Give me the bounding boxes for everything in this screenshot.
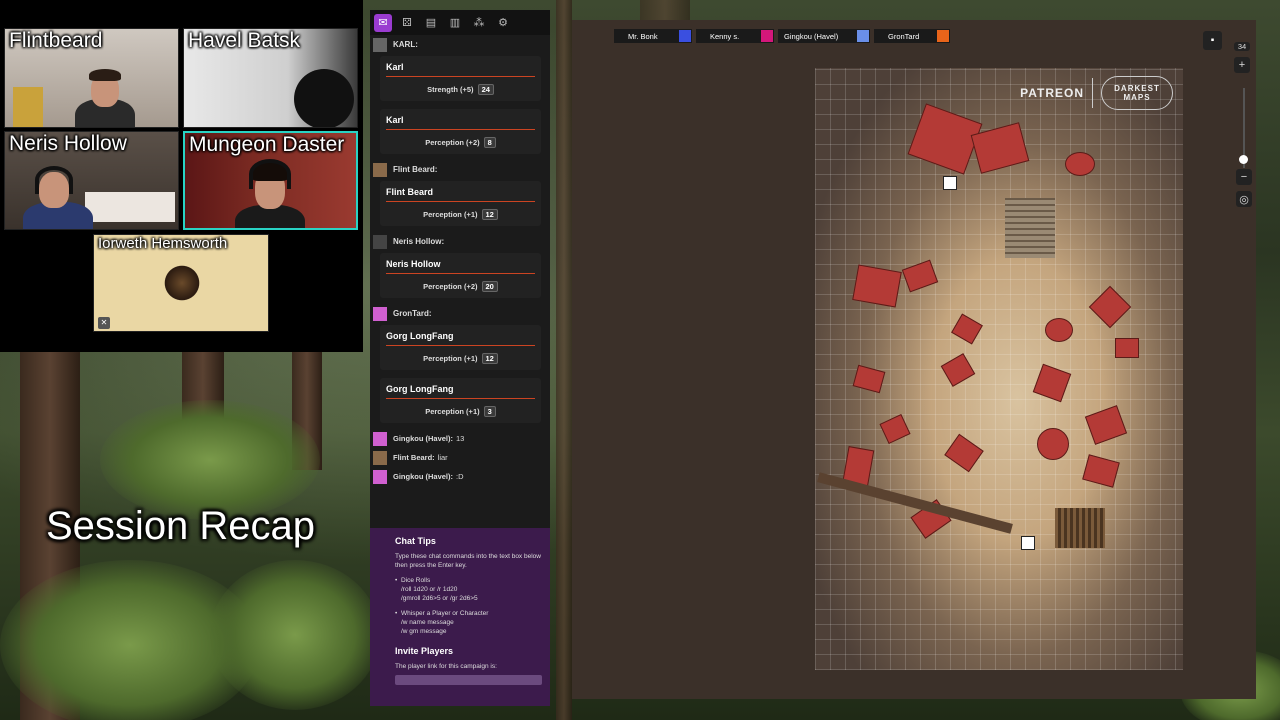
tip-dice-rolls: Dice Rolls /roll 1d20 or /r 1d20 /gmroll… xyxy=(395,576,542,603)
compendium-icon[interactable]: ▥ xyxy=(446,14,464,32)
lock-icon[interactable]: ▪ xyxy=(1203,31,1222,50)
roll-card: Neris Hollow Perception (+2) 20 xyxy=(380,253,541,298)
avatar xyxy=(373,306,387,321)
chat-line: Gingkou (Havel): 13 xyxy=(370,429,550,448)
character-token[interactable] xyxy=(1021,536,1035,550)
avatar xyxy=(373,469,387,484)
participant-name: Havel Batsk xyxy=(188,29,301,52)
network-icon[interactable]: ⁂ xyxy=(470,14,488,32)
zoom-in-button[interactable]: + xyxy=(1234,57,1250,73)
player-color-swatch xyxy=(937,30,949,42)
chat-sender: Flint Beard: xyxy=(370,160,550,179)
video-tile-iorweth-hemsworth[interactable]: ✕ Iorweth Hemsworth xyxy=(93,234,269,332)
avatar xyxy=(373,450,387,465)
video-tile-havel-batsk[interactable]: Havel Batsk xyxy=(183,28,358,128)
battle-map[interactable]: PATREON DARKEST MAPS xyxy=(815,68,1183,670)
chat-icon[interactable]: ✉ xyxy=(374,13,392,32)
video-call-panel: Flintbeard Havel Batsk Neris Hollow Mung… xyxy=(0,0,363,352)
roll-result[interactable]: 24 xyxy=(477,84,494,95)
roll-card: Flint Beard Perception (+1) 12 xyxy=(380,181,541,226)
roll-card: Gorg LongFang Perception (+1) 3 xyxy=(380,378,541,423)
roll-result[interactable]: 20 xyxy=(481,281,498,292)
video-tile-neris-hollow[interactable]: Neris Hollow xyxy=(4,131,179,230)
player-chip[interactable]: Gingkou (Havel) xyxy=(778,29,870,43)
roll-card: Karl Strength (+5) 24 xyxy=(380,56,541,101)
player-color-swatch xyxy=(679,30,691,42)
player-chip[interactable]: Kenny s. xyxy=(696,29,774,43)
darkest-maps-logo: DARKEST MAPS xyxy=(1101,76,1173,110)
muted-mic-icon: ✕ xyxy=(98,317,110,329)
chat-sender: Neris Hollow: xyxy=(370,232,550,251)
map-watermark: PATREON DARKEST MAPS xyxy=(1020,76,1173,110)
player-color-swatch xyxy=(857,30,869,42)
video-tile-flintbeard[interactable]: Flintbeard xyxy=(4,28,179,128)
participant-name: Mungeon Daster xyxy=(189,133,345,156)
roll-result[interactable]: 12 xyxy=(481,353,498,364)
video-tile-mungeon-daster[interactable]: Mungeon Daster xyxy=(183,131,358,230)
roll-card: Karl Perception (+2) 8 xyxy=(380,109,541,154)
settings-icon[interactable]: ⚙ xyxy=(494,14,512,32)
player-color-swatch xyxy=(761,30,773,42)
chat-log[interactable]: KARL: Karl Strength (+5) 24 Karl Percepti… xyxy=(370,35,550,486)
avatar xyxy=(373,162,387,177)
zoom-out-button[interactable]: − xyxy=(1236,169,1252,185)
participant-name: Iorweth Hemsworth xyxy=(98,235,228,252)
chat-tips-title: Chat Tips xyxy=(395,536,436,546)
character-token[interactable] xyxy=(943,176,957,190)
roll-result[interactable]: 8 xyxy=(483,137,496,148)
invite-link-field[interactable] xyxy=(395,675,542,685)
player-chip[interactable]: GronTard xyxy=(874,29,950,43)
chat-sidebar: ✉ ⚄ ▤ ▥ ⁂ ⚙ KARL: Karl Strength (+5) 24 K… xyxy=(370,10,550,706)
zoom-controls: 34 + xyxy=(1234,42,1254,79)
tip-whisper: Whisper a Player or Character /w name me… xyxy=(395,609,542,636)
player-chip[interactable]: Mr. Bonk xyxy=(614,29,692,43)
zoom-slider-handle[interactable] xyxy=(1239,155,1248,164)
chat-sender: GronTard: xyxy=(370,304,550,323)
roll-card: Gorg LongFang Perception (+1) 12 xyxy=(380,325,541,370)
chat-tips-intro: Type these chat commands into the text b… xyxy=(395,553,541,569)
zoom-level: 34 xyxy=(1234,42,1250,51)
session-recap-title: Session Recap xyxy=(46,504,316,548)
sidebar-tabs: ✉ ⚄ ▤ ▥ ⁂ ⚙ xyxy=(370,10,550,35)
participant-name: Neris Hollow xyxy=(9,132,127,155)
roll-result[interactable]: 12 xyxy=(481,209,498,220)
journal-icon[interactable]: ▤ xyxy=(422,14,440,32)
avatar xyxy=(373,37,387,52)
dice-icon[interactable]: ⚄ xyxy=(398,14,416,32)
chat-tips-panel: Chat Tips Type these chat commands into … xyxy=(370,528,550,706)
chat-sender: KARL: xyxy=(370,35,550,54)
chat-line: Flint Beard: liar xyxy=(370,448,550,467)
player-list: Mr. Bonk Kenny s. Gingkou (Havel) GronTa… xyxy=(614,29,950,43)
roll-result[interactable]: 3 xyxy=(483,406,496,417)
participant-avatar xyxy=(162,263,202,303)
avatar xyxy=(373,234,387,249)
invite-players-title: Invite Players xyxy=(395,646,454,656)
participant-name: Flintbeard xyxy=(9,29,103,52)
avatar xyxy=(373,431,387,446)
invite-players-text: The player link for this campaign is: xyxy=(395,663,497,670)
recenter-icon[interactable]: ◎ xyxy=(1236,191,1252,207)
chat-line: Gingkou (Havel)::D xyxy=(370,467,550,486)
